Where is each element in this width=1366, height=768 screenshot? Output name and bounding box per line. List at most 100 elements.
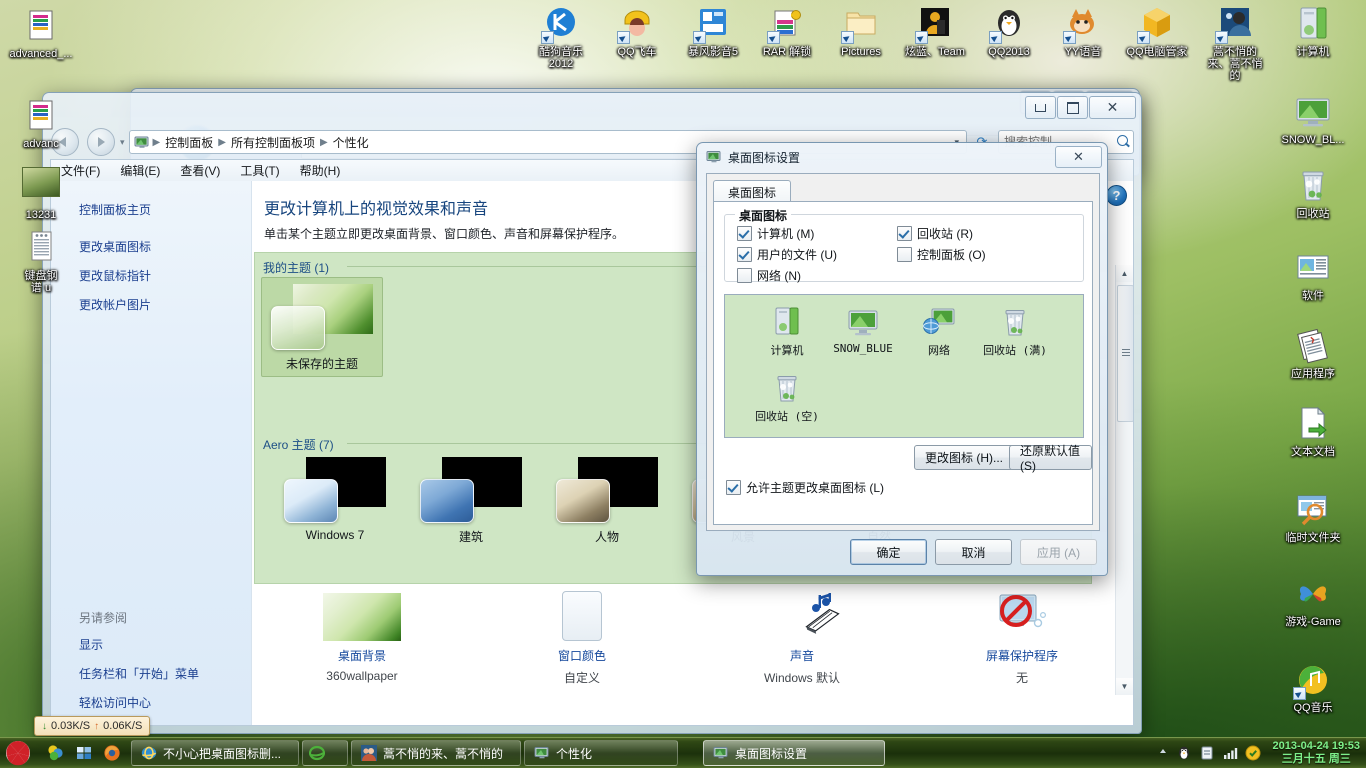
icon-preview-pane[interactable]: 计算机 SNOW_BLUE 网络 回收站 (满) 回收站 (空) [724,294,1084,438]
checkbox-allow-themes[interactable] [726,480,741,495]
main-vertical-scrollbar[interactable]: ▲ ▼ [1115,265,1133,695]
desktop-icon-baofeng[interactable]: 暴风影音5 [676,4,750,58]
setting-sound[interactable]: 声音 Windows 默认 [692,583,912,703]
taskbar-task-list[interactable]: 不小心把桌面图标删... 蒿不悄的来、蒿不悄的 个性化 桌面图标设置 [131,740,885,766]
taskbar-item-desktop-icon-settings[interactable]: 桌面图标设置 [703,740,885,766]
checkbox-user-files[interactable] [737,247,752,262]
preview-icon-recycle-bin-empty[interactable]: 回收站 (空) [745,371,829,424]
checkbox-network[interactable] [737,268,752,283]
setting-link[interactable]: 窗口颜色 [472,647,692,664]
quick-launch-bar[interactable] [47,744,121,762]
help-icon[interactable]: ? [1106,185,1127,206]
sidebar-item-change-account-picture[interactable]: 更改帐户图片 [51,290,251,319]
scrollbar-thumb[interactable] [1117,285,1133,422]
checkbox-computer[interactable] [737,226,752,241]
theme-item-unsaved[interactable]: 未保存的主题 [261,277,383,377]
setting-window-color[interactable]: 窗口颜色 自定义 [472,583,692,703]
desktop-icon-pictures[interactable]: Pictures [824,4,898,58]
menu-view[interactable]: 查看(V) [180,162,220,179]
desktop-icon-keyboard-score[interactable]: 键盘钢 谱 u [4,228,78,294]
desktop-icon-computer[interactable]: 计算机 [1276,4,1350,58]
preview-icon-recycle-bin-full[interactable]: 回收站 (满) [973,305,1057,358]
checkbox-row-control-panel[interactable]: 控制面板 (O) [897,246,986,263]
device-icon[interactable] [1199,745,1215,761]
breadcrumb-item-2[interactable]: 个性化 [329,133,373,152]
tab-strip[interactable]: 桌面图标 [713,180,792,206]
desktop-icon-kugou[interactable]: 酷狗音乐 2012 [524,4,598,70]
theme-item-architecture[interactable]: 建筑 [411,457,531,545]
forward-button[interactable] [87,128,115,156]
network-speed-indicator[interactable]: ↓ 0.03K/S ↑ 0.06K/S [34,716,151,736]
desktop-icon-applications[interactable]: 应用程序 [1276,326,1350,380]
dialog-close-button[interactable]: ✕ [1055,146,1102,168]
breadcrumb-item-0[interactable]: 控制面板 [161,133,217,152]
shield-icon[interactable] [1245,745,1261,761]
desktop-icon-rar-unlock[interactable]: RAR 解锁 [750,4,824,58]
desktop-icon-yy-voice[interactable]: YY语音 [1046,4,1120,58]
show-desktop-icon[interactable] [75,744,93,762]
checkbox-row-network[interactable]: 网络 (N) [737,267,801,284]
desktop-icon-temp-folder[interactable]: 临时文件夹 [1276,490,1350,544]
desktop-icon-13231[interactable]: 13231 [4,163,78,221]
desktop-icon-snow-blue[interactable]: SNOW_BL... [1276,92,1350,146]
desktop-icon-game[interactable]: 游戏-Game [1276,574,1350,628]
desktop-icon-settings-dialog[interactable]: 桌面图标设置 ✕ 桌面图标 桌面图标 计算机 (M) 用户的文件 (U) 网络 … [696,142,1108,576]
cp-maximize-button[interactable] [1057,96,1088,119]
see-also-display[interactable]: 显示 [51,630,251,659]
checkbox-row-computer[interactable]: 计算机 (M) [737,225,814,242]
media-player-icon[interactable] [47,744,65,762]
setting-link[interactable]: 声音 [692,647,912,664]
control-panel-titlebar[interactable]: ✕ [43,93,1141,131]
see-also-ease-of-access[interactable]: 轻松访问中心 [51,688,251,717]
taskbar[interactable]: 不小心把桌面图标删... 蒿不悄的来、蒿不悄的 个性化 桌面图标设置 2013-… [0,737,1366,768]
taskbar-clock[interactable]: 2013-04-24 19:53 三月十五 周三 [1267,740,1366,766]
desktop-icon-advanced-2[interactable]: advanc [4,96,78,150]
desktop-icon-user-photo[interactable]: 蒿不悄的 来、蒿不悄 的 [1198,4,1272,82]
theme-item-characters[interactable]: 人物 [547,457,667,545]
setting-screensaver[interactable]: 屏幕保护程序 无 [912,583,1132,703]
taskbar-item-user-photo[interactable]: 蒿不悄的来、蒿不悄的 [351,740,521,766]
start-button[interactable] [1,739,35,767]
cp-minimize-button[interactable] [1025,96,1056,119]
menu-help[interactable]: 帮助(H) [300,162,341,179]
allow-themes-row[interactable]: 允许主题更改桌面图标 (L) [726,479,884,496]
recent-pages-dropdown[interactable]: ▾ [120,137,125,148]
cp-close-button[interactable]: ✕ [1089,96,1136,119]
desktop-icon-advanced-1[interactable]: advanced_... [4,6,78,60]
see-also-taskbar-start-menu[interactable]: 任务栏和「开始」菜单 [51,659,251,688]
taskbar-item-browser[interactable] [302,740,348,766]
sidebar-item-home[interactable]: 控制面板主页 [51,195,251,232]
breadcrumb-item-1[interactable]: 所有控制面板项 [227,133,319,152]
setting-link[interactable]: 桌面背景 [252,647,472,664]
setting-link[interactable]: 屏幕保护程序 [912,647,1132,664]
checkbox-control-panel[interactable] [897,247,912,262]
desktop-icon-qq-music[interactable]: QQ音乐 [1276,660,1350,714]
preview-icon-snow-blue[interactable]: SNOW_BLUE [821,305,905,355]
desktop-icon-qq-speed[interactable]: QQ飞车 [600,4,674,58]
restore-default-button[interactable]: 还原默认值 (S) [1009,444,1092,473]
ok-button[interactable]: 确定 [850,539,927,565]
show-hidden-icon[interactable] [1157,745,1169,761]
system-tray[interactable] [1157,745,1267,761]
desktop-icon-qq2013[interactable]: QQ2013 [972,4,1046,58]
checkbox-row-recycle-bin[interactable]: 回收站 (R) [897,225,973,242]
preview-icon-computer[interactable]: 计算机 [745,305,829,358]
theme-item-windows7[interactable]: Windows 7 [275,457,395,542]
desktop-icon-team[interactable]: 炫蓝、Team [898,4,972,58]
checkbox-row-user-files[interactable]: 用户的文件 (U) [737,246,837,263]
setting-desktop-background[interactable]: 桌面背景 360wallpaper [252,583,472,703]
qq-penguin-icon[interactable] [1176,745,1192,761]
signal-icon[interactable] [1222,745,1238,761]
change-icon-button[interactable]: 更改图标 (H)... [914,445,1014,470]
cp-window-buttons[interactable]: ✕ [1024,96,1136,119]
cancel-button[interactable]: 取消 [935,539,1012,565]
scroll-up-arrow[interactable]: ▲ [1116,265,1133,282]
dialog-titlebar[interactable]: 桌面图标设置 ✕ [697,143,1107,171]
taskbar-item-personalization[interactable]: 个性化 [524,740,678,766]
menu-tools[interactable]: 工具(T) [240,162,279,179]
desktop-icon-software[interactable]: 软件 [1276,248,1350,302]
sidebar-item-change-mouse-pointer[interactable]: 更改鼠标指针 [51,261,251,290]
checkbox-recycle-bin[interactable] [897,226,912,241]
taskbar-item-ie[interactable]: 不小心把桌面图标删... [131,740,299,766]
apply-button[interactable]: 应用 (A) [1020,539,1097,565]
